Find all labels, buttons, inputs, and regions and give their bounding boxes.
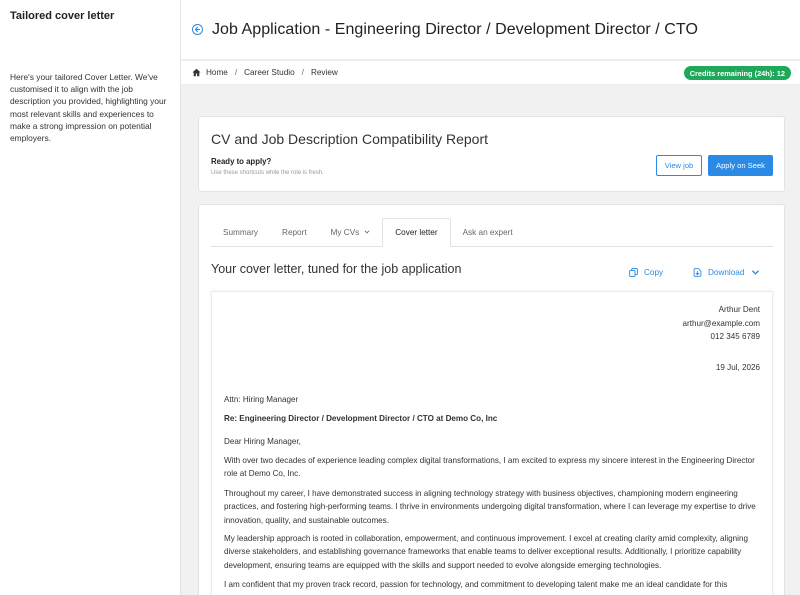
view-job-button[interactable]: View job: [656, 155, 702, 176]
tab-bar: Summary Report My CVs Cover letter Ask a…: [211, 218, 773, 247]
breadcrumb: Home / Career Studio / Review Credits re…: [181, 60, 800, 85]
credits-badge: Credits remaining (24h): 12: [683, 66, 791, 80]
tab-my-cvs[interactable]: My CVs: [319, 218, 383, 246]
breadcrumb-home[interactable]: Home: [206, 68, 228, 77]
breadcrumb-separator: /: [234, 68, 238, 77]
breadcrumb-review: Review: [310, 68, 338, 77]
copy-icon: [629, 268, 638, 277]
tab-report[interactable]: Report: [270, 218, 319, 246]
cover-letter-heading: Your cover letter, tuned for the job app…: [211, 262, 462, 276]
letter-paragraph: With over two decades of experience lead…: [224, 456, 755, 479]
sender-email: arthur@example.com: [682, 318, 761, 328]
tab-ask-an-expert[interactable]: Ask an expert: [451, 218, 525, 246]
letter-paragraph: Throughout my career, I have demonstrate…: [224, 489, 756, 525]
letter-date: 19 Jul, 2026: [715, 363, 760, 372]
compatibility-report-card: CV and Job Description Compatibility Rep…: [198, 116, 785, 192]
chevron-down-icon: [365, 230, 370, 234]
sidebar: Tailored cover letter Here's your tailor…: [0, 0, 181, 595]
chevron-down-icon: [752, 270, 760, 275]
report-title: CV and Job Description Compatibility Rep…: [211, 131, 489, 147]
letter-greeting: Dear Hiring Manager,: [224, 437, 301, 446]
back-arrow-icon[interactable]: [192, 24, 203, 35]
copy-label: Copy: [644, 268, 664, 277]
download-icon: [693, 268, 702, 277]
tab-cover-letter[interactable]: Cover letter: [382, 218, 451, 247]
letter-attn: Attn: Hiring Manager: [224, 395, 299, 404]
page-header: Job Application - Engineering Director /…: [181, 0, 800, 59]
letter-paragraph: My leadership approach is rooted in coll…: [224, 534, 748, 570]
cover-letter-document: Arthur Dent arthur@example.com 012 345 6…: [211, 291, 773, 595]
home-icon: [192, 68, 201, 77]
breadcrumb-separator: /: [301, 68, 304, 77]
breadcrumb-career-studio[interactable]: Career Studio: [244, 68, 295, 77]
sidebar-description: Here's your tailored Cover Letter. We've…: [10, 72, 167, 144]
letter-subject: Re: Engineering Director / Development D…: [224, 414, 498, 423]
tab-my-cvs-label: My CVs: [330, 227, 360, 237]
ready-to-apply-subtext: Use these shortcuts while the role is fr…: [211, 170, 324, 176]
sender-phone: 012 345 6789: [710, 332, 760, 341]
tab-summary[interactable]: Summary: [211, 218, 270, 246]
sidebar-title: Tailored cover letter: [10, 10, 115, 22]
letter-paragraph: I am confident that my proven track reco…: [224, 580, 728, 589]
download-button[interactable]: Download: [693, 268, 766, 277]
copy-button[interactable]: Copy: [629, 268, 663, 277]
ready-to-apply-label: Ready to apply?: [211, 157, 272, 166]
sender-name: Arthur Dent: [718, 305, 760, 314]
download-label: Download: [708, 268, 745, 277]
sender-block: Arthur Dent arthur@example.com 012 345 6…: [683, 303, 761, 344]
page-title: Job Application - Engineering Director /…: [212, 20, 698, 38]
apply-on-seek-button[interactable]: Apply on Seek: [708, 155, 773, 176]
